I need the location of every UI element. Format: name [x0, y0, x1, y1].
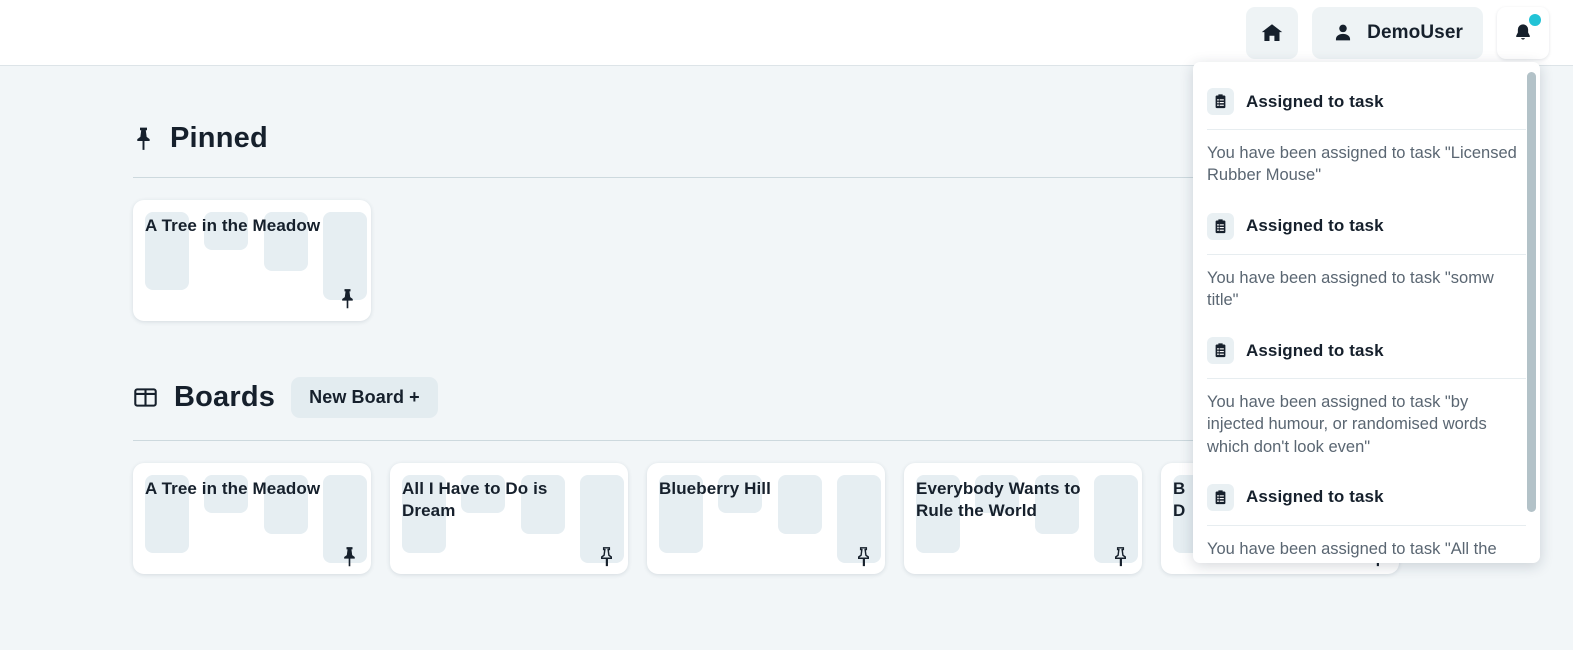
notification-header: Assigned to task — [1207, 88, 1526, 130]
pin-outline-icon[interactable] — [1111, 546, 1130, 567]
clipboard-list-icon — [1207, 337, 1234, 365]
notification-unread-badge — [1529, 13, 1541, 26]
clipboard-list-icon — [1207, 212, 1234, 240]
board-card-title: Everybody Wants to Rule the World — [916, 479, 1081, 520]
header-actions: DemoUser — [1246, 6, 1549, 59]
notification-body: You have been assigned to task "somw tit… — [1207, 268, 1494, 309]
notification-title: Assigned to task — [1246, 340, 1384, 360]
user-menu-button[interactable]: DemoUser — [1312, 6, 1483, 59]
board-card[interactable]: Everybody Wants to Rule the World — [904, 463, 1142, 574]
notification-header: Assigned to task — [1207, 483, 1526, 526]
home-icon — [1260, 21, 1284, 45]
notifications-dropdown: Assigned to task You have been assigned … — [1193, 62, 1540, 563]
notification-body: You have been assigned to task "All the … — [1207, 539, 1498, 563]
notifications-button[interactable] — [1497, 6, 1549, 59]
notifications-list: Assigned to task You have been assigned … — [1193, 62, 1540, 563]
notifications-scrollbar[interactable] — [1527, 68, 1536, 540]
board-card[interactable]: All I Have to Do is Dream — [390, 463, 628, 574]
pinned-title: Pinned — [170, 122, 268, 154]
notification-header: Assigned to task — [1207, 212, 1526, 255]
home-button[interactable] — [1246, 6, 1299, 59]
board-card[interactable]: A Tree in the Meadow — [133, 463, 371, 574]
columns-layout-icon — [133, 385, 158, 410]
board-card-title: A Tree in the Meadow — [145, 479, 321, 498]
pin-filled-icon[interactable] — [338, 288, 357, 309]
notification-title: Assigned to task — [1246, 487, 1384, 507]
board-card[interactable]: A Tree in the Meadow — [133, 200, 371, 321]
notification-title: Assigned to task — [1246, 91, 1384, 111]
notifications-scrollbar-thumb[interactable] — [1527, 72, 1536, 512]
notification-item[interactable]: Assigned to task You have been assigned … — [1207, 88, 1526, 187]
user-icon — [1332, 22, 1354, 44]
notification-body: You have been assigned to task "by injec… — [1207, 393, 1487, 456]
top-header: DemoUser — [0, 0, 1573, 66]
notification-item[interactable]: Assigned to task You have been assigned … — [1207, 212, 1526, 312]
board-card-title: A Tree in the Meadow — [145, 216, 321, 235]
board-card-title: All I Have to Do is Dream — [402, 479, 548, 520]
board-card-title: Blueberry Hill — [659, 479, 771, 498]
clipboard-list-icon — [1207, 483, 1234, 511]
pin-filled-icon[interactable] — [340, 546, 359, 567]
notification-body: You have been assigned to task "Licensed… — [1207, 144, 1517, 185]
pin-outline-icon[interactable] — [854, 546, 873, 567]
new-board-button[interactable]: New Board + — [291, 377, 438, 418]
notification-title: Assigned to task — [1246, 216, 1384, 236]
pin-outline-icon[interactable] — [597, 546, 616, 567]
user-name-label: DemoUser — [1367, 21, 1463, 43]
notification-header: Assigned to task — [1207, 337, 1526, 380]
notification-item[interactable]: Assigned to task You have been assigned … — [1207, 337, 1526, 458]
board-card[interactable]: Blueberry Hill — [647, 463, 885, 574]
boards-title: Boards — [174, 381, 276, 413]
clipboard-list-icon — [1207, 88, 1234, 115]
pin-filled-icon — [133, 126, 154, 151]
notification-item[interactable]: Assigned to task You have been assigned … — [1207, 483, 1526, 563]
